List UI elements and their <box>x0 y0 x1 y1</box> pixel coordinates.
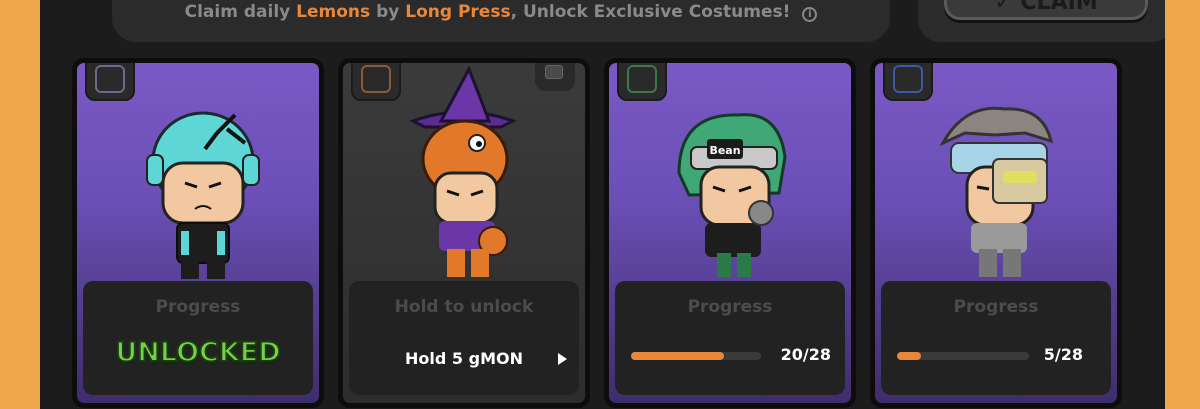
svg-text:Bean: Bean <box>709 144 740 157</box>
banner-suffix: , Unlock Exclusive Costumes! <box>510 2 791 22</box>
costume-card-4[interactable]: Progress 5/28 <box>870 58 1122 408</box>
claim-label: CLAIM <box>1020 0 1098 15</box>
progress-box: Progress 20/28 <box>615 281 845 395</box>
helmet-character-avatar <box>146 111 260 279</box>
progress-label: Progress <box>155 297 241 317</box>
claim-container: ✓ CLAIM <box>918 0 1165 42</box>
unlocked-status: UNLOCKED <box>114 336 281 369</box>
bean-headband-character-avatar: Bean <box>677 113 787 277</box>
claim-banner: Claim daily Lemons by Long Press, Unlock… <box>112 0 890 42</box>
progress-label: Progress <box>687 297 773 317</box>
progress-bar <box>631 352 761 360</box>
costume-card-2[interactable]: Hold to unlock Hold 5 gMON <box>338 58 590 408</box>
banner-long-press: Long Press <box>405 2 511 22</box>
claim-button[interactable]: ✓ CLAIM <box>944 0 1148 20</box>
progress-fill <box>631 352 724 360</box>
progress-bar <box>897 352 1029 360</box>
hold-label: Hold to unlock <box>394 297 534 317</box>
banner-middle: by <box>376 2 400 22</box>
progress-row: 20/28 <box>631 345 831 369</box>
banner-prefix: Claim daily <box>184 2 291 22</box>
progress-fill <box>897 352 921 360</box>
wizard-dino-character-avatar <box>409 65 517 277</box>
progress-box: Progress UNLOCKED <box>83 281 313 395</box>
progress-count: 20/28 <box>780 345 831 364</box>
costume-card-1[interactable]: Progress UNLOCKED <box>72 58 324 408</box>
progress-row: 5/28 <box>897 345 1097 369</box>
play-icon[interactable] <box>558 353 567 365</box>
check-icon: ✓ <box>994 0 1021 15</box>
progress-label: Progress <box>953 297 1039 317</box>
hold-box: Hold to unlock Hold 5 gMON <box>349 281 579 395</box>
cyborg-visor-character-avatar <box>939 106 1054 277</box>
info-icon[interactable]: i <box>802 7 818 22</box>
progress-box: Progress 5/28 <box>881 281 1111 395</box>
hold-row[interactable]: Hold 5 gMON <box>349 349 579 371</box>
hold-requirement: Hold 5 gMON <box>405 349 523 368</box>
costume-card-3[interactable]: Bean Progress 20/28 <box>604 58 856 408</box>
progress-count: 5/28 <box>1043 345 1083 364</box>
banner-lemons: Lemons <box>296 2 371 22</box>
